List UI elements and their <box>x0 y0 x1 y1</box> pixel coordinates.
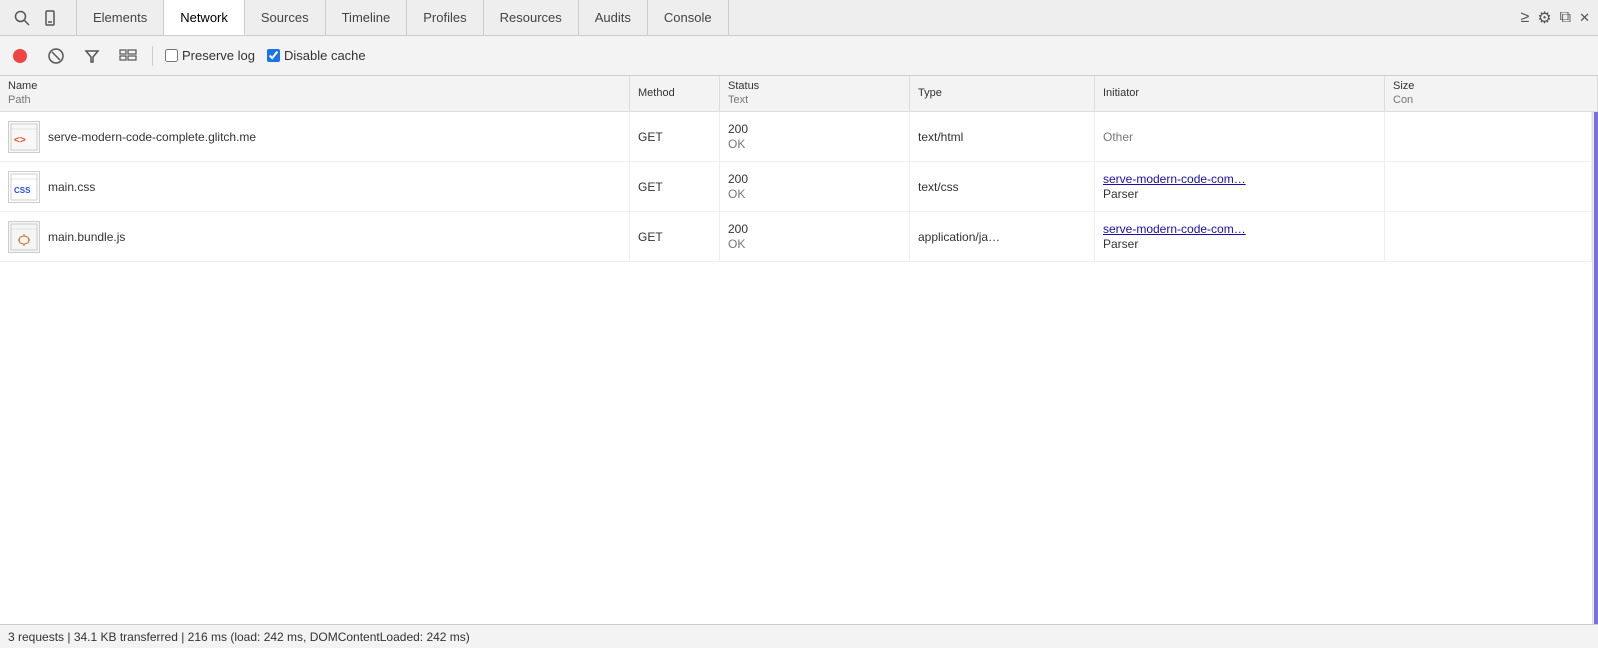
execute-icon[interactable]: ≥ <box>1521 9 1530 27</box>
undock-icon[interactable]: ⧉ <box>1560 9 1571 27</box>
tab-resources[interactable]: Resources <box>484 0 579 35</box>
column-header-name[interactable]: Name Path <box>0 76 630 111</box>
toolbar-divider <box>152 46 153 66</box>
table-row[interactable]: main.bundle.js GET 200 OK application/ja… <box>0 212 1592 262</box>
column-header-status[interactable]: Status Text <box>720 76 910 111</box>
settings-icon[interactable]: ⚙ <box>1537 8 1551 28</box>
search-icon[interactable] <box>8 4 36 32</box>
table-body: <> serve-modern-code-complete.glitch.me … <box>0 112 1592 624</box>
tab-elements[interactable]: Elements <box>76 0 164 35</box>
cell-status-2: 200 OK <box>720 212 910 261</box>
cell-initiator-0: Other <box>1095 112 1385 161</box>
tab-console[interactable]: Console <box>648 0 729 35</box>
cell-type-0: text/html <box>910 112 1095 161</box>
tab-profiles[interactable]: Profiles <box>407 0 483 35</box>
clear-button[interactable] <box>44 44 68 68</box>
table-header: Name Path Method Status Text Type Initia… <box>0 76 1598 112</box>
nav-icons <box>8 4 64 32</box>
cell-method-0: GET <box>630 112 720 161</box>
tab-timeline[interactable]: Timeline <box>326 0 408 35</box>
status-bar: 3 requests | 34.1 KB transferred | 216 m… <box>0 624 1598 648</box>
html-file-icon: <> <box>8 121 40 153</box>
column-header-method[interactable]: Method <box>630 76 720 111</box>
top-nav: Elements Network Sources Timeline Profil… <box>0 0 1598 36</box>
cell-type-1: text/css <box>910 162 1095 211</box>
svg-text:<>: <> <box>14 135 26 146</box>
device-toggle-icon[interactable] <box>36 4 64 32</box>
scrollbar-indicator[interactable] <box>1594 112 1598 624</box>
css-file-icon: CSS <box>8 171 40 203</box>
nav-tabs: Elements Network Sources Timeline Profil… <box>76 0 729 35</box>
column-header-size[interactable]: Size Con <box>1385 76 1598 111</box>
cell-type-2: application/ja… <box>910 212 1095 261</box>
cell-size-0 <box>1385 112 1592 161</box>
cell-size-1 <box>1385 162 1592 211</box>
cell-name-0: <> serve-modern-code-complete.glitch.me <box>0 112 630 161</box>
column-header-type[interactable]: Type <box>910 76 1095 111</box>
preserve-log-checkbox[interactable]: Preserve log <box>165 48 255 63</box>
tab-sources[interactable]: Sources <box>245 0 326 35</box>
column-header-initiator[interactable]: Initiator <box>1095 76 1385 111</box>
cell-method-1: GET <box>630 162 720 211</box>
tab-network[interactable]: Network <box>164 0 245 35</box>
svg-text:CSS: CSS <box>14 186 31 195</box>
table-row[interactable]: <> serve-modern-code-complete.glitch.me … <box>0 112 1592 162</box>
network-table: Name Path Method Status Text Type Initia… <box>0 76 1598 624</box>
cell-size-2 <box>1385 212 1592 261</box>
view-toggle-button[interactable] <box>116 44 140 68</box>
toolbar: Preserve log Disable cache <box>0 36 1598 76</box>
filter-button[interactable] <box>80 44 104 68</box>
cell-initiator-2: serve-modern-code-com… Parser <box>1095 212 1385 261</box>
js-file-icon <box>8 221 40 253</box>
cell-status-0: 200 OK <box>720 112 910 161</box>
cell-name-1: CSS main.css <box>0 162 630 211</box>
cell-status-1: 200 OK <box>720 162 910 211</box>
nav-right-icons: ≥ ⚙ ⧉ ✕ <box>1521 8 1590 28</box>
disable-cache-checkbox[interactable]: Disable cache <box>267 48 366 63</box>
cell-method-2: GET <box>630 212 720 261</box>
table-row[interactable]: CSS main.css GET 200 OK text/css serve-m… <box>0 162 1592 212</box>
cell-name-2: main.bundle.js <box>0 212 630 261</box>
tab-audits[interactable]: Audits <box>579 0 648 35</box>
record-button[interactable] <box>8 44 32 68</box>
close-icon[interactable]: ✕ <box>1579 10 1590 26</box>
cell-initiator-1: serve-modern-code-com… Parser <box>1095 162 1385 211</box>
